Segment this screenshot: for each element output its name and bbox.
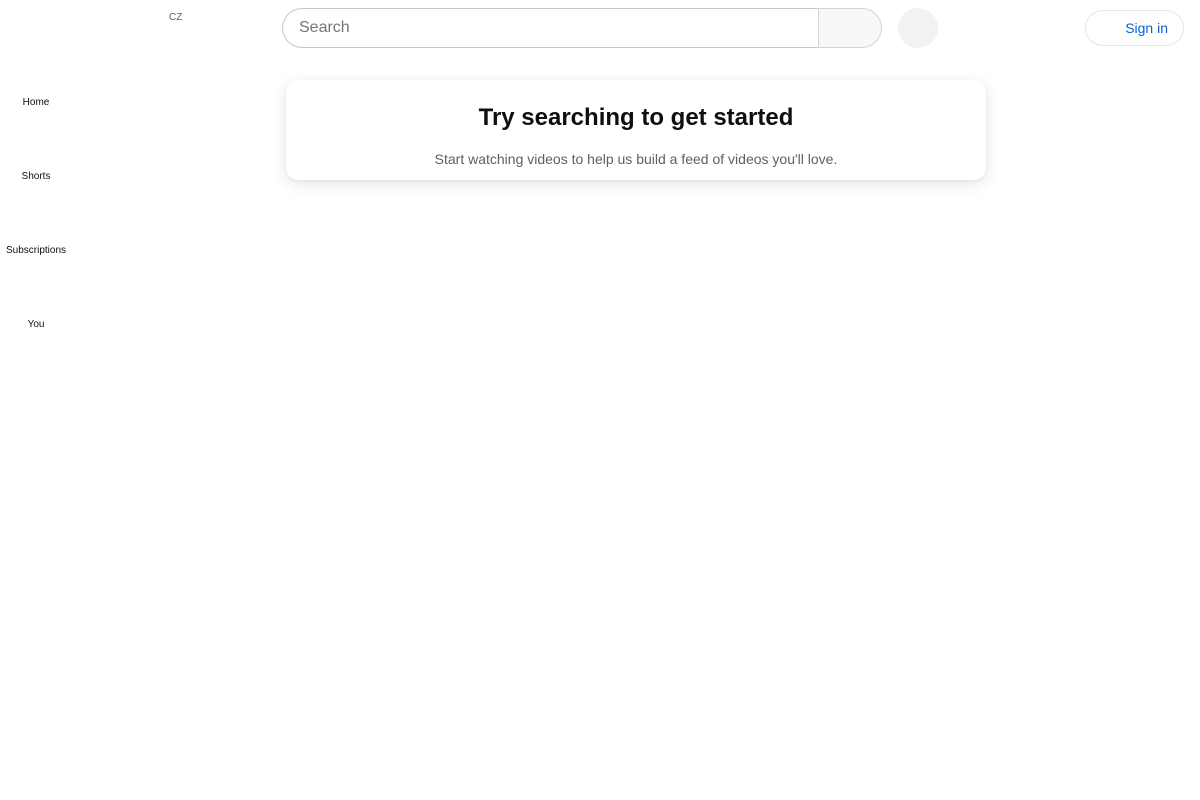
masthead: CZ Sign in (0, 0, 1200, 56)
guide-item-shorts[interactable]: Shorts (4, 130, 68, 204)
search-input[interactable] (299, 19, 819, 37)
search-button[interactable] (818, 8, 882, 48)
guide-item-subscriptions[interactable]: Subscriptions (4, 204, 68, 278)
mini-guide: Home Shorts Subscriptions You (4, 56, 68, 352)
guide-item-label: You (27, 319, 45, 330)
guide-item-label: Subscriptions (5, 245, 67, 256)
sign-in-button[interactable]: Sign in (1085, 10, 1184, 46)
prompt-subtitle: Start watching videos to help us build a… (434, 151, 838, 167)
country-code: CZ (169, 12, 183, 23)
empty-feed-prompt: Try searching to get started Start watch… (286, 80, 986, 180)
guide-item-label: Shorts (21, 171, 51, 182)
voice-search-button[interactable] (898, 8, 938, 48)
search-box[interactable] (282, 8, 819, 48)
sign-in-label: Sign in (1125, 20, 1168, 36)
prompt-title: Try searching to get started (478, 104, 794, 131)
guide-item-you[interactable]: You (4, 278, 68, 352)
guide-item-label: Home (22, 97, 50, 108)
guide-item-home[interactable]: Home (4, 56, 68, 130)
